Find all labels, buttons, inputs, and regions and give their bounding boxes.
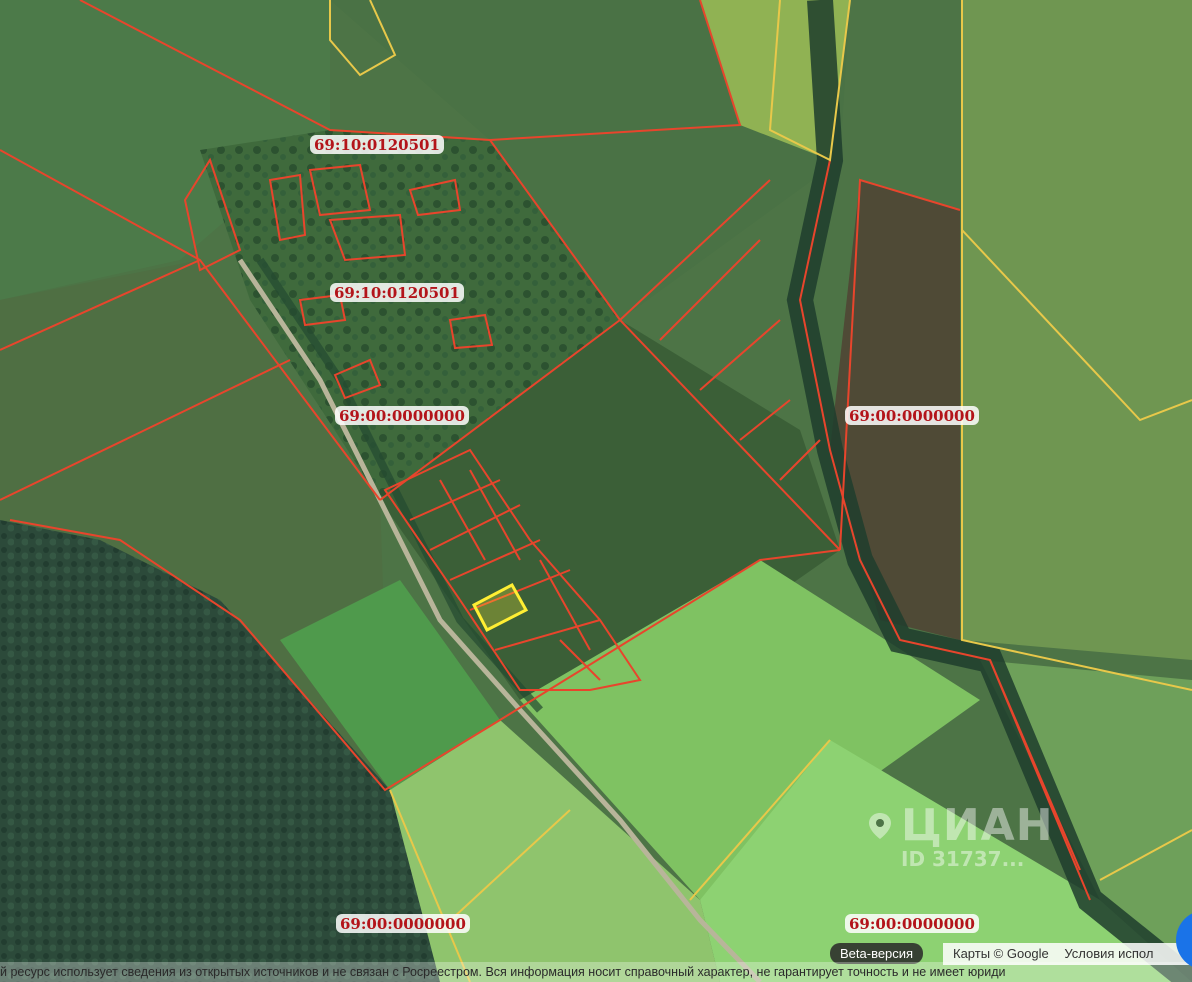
location-pin-icon: [869, 812, 891, 839]
disclaimer-text: й ресурс использует сведения из открытых…: [0, 962, 1192, 982]
watermark-brand: ЦИАН: [901, 800, 1054, 851]
cadastral-label[interactable]: 69:10:0120501: [310, 135, 444, 154]
cadastral-label[interactable]: 69:00:0000000: [336, 914, 470, 933]
attribution-maps: Карты © Google: [953, 946, 1049, 961]
cadastral-label[interactable]: 69:00:0000000: [335, 406, 469, 425]
attribution-terms-link[interactable]: Условия испол: [1064, 946, 1153, 961]
right-meadow: [962, 0, 1192, 660]
cadastral-label[interactable]: 69:00:0000000: [845, 406, 979, 425]
beta-badge[interactable]: Beta-версия: [830, 943, 924, 964]
cadastral-label[interactable]: 69:10:0120501: [330, 283, 464, 302]
cian-watermark: ЦИАН ID 31737...: [865, 800, 1054, 871]
cadastral-label[interactable]: 69:00:0000000: [845, 914, 979, 933]
